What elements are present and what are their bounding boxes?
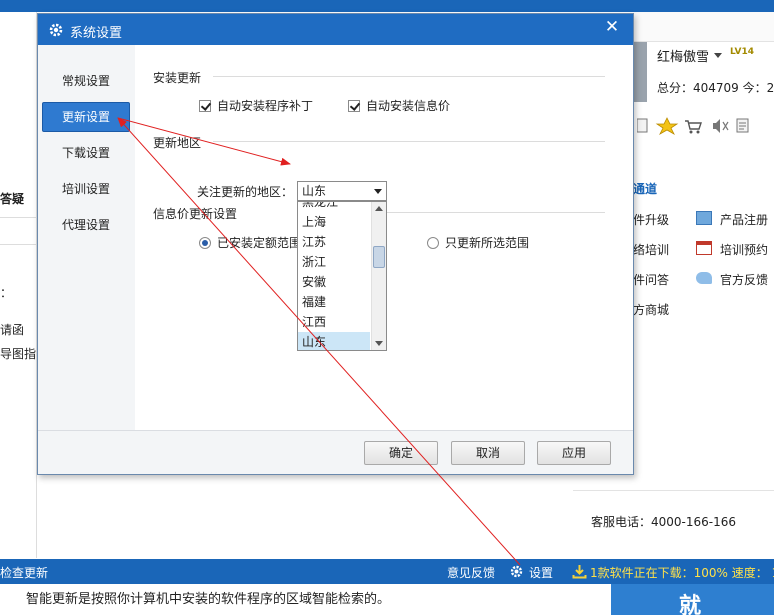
dialog-footer: 确定 取消 应用 [38, 430, 633, 474]
auto-patch-label: 自动安装程序补丁 [217, 99, 314, 113]
selected-range-label: 只更新所选范围 [445, 236, 530, 250]
promo-banner-text: 就 [679, 594, 702, 615]
dialog-title: 系统设置 [70, 26, 123, 41]
region-select-value: 山东 [302, 184, 327, 198]
section-divider [387, 212, 605, 213]
installed-range-radio[interactable]: 已安装定额范围 [199, 234, 301, 251]
radio-unselected[interactable] [427, 237, 439, 249]
download-icon [572, 565, 587, 579]
gear-icon [49, 23, 63, 37]
region-option[interactable]: 黑龙江 [298, 202, 370, 212]
register-icon [696, 211, 712, 225]
left-panel-link[interactable]: 请函 [0, 321, 24, 338]
right-panel-divider [573, 490, 774, 491]
region-option[interactable]: 上海 [298, 212, 370, 232]
auto-price-checkbox[interactable]: 自动安装信息价 [348, 97, 450, 114]
settings-content: 安装更新 自动安装程序补丁 自动安装信息价 更新地区 关注更新的地区： 信息价更… [135, 45, 633, 430]
link-official-feedback[interactable]: 官方反馈 [720, 271, 768, 288]
region-option[interactable]: 福建 [298, 292, 370, 312]
link-network-training[interactable]: 络培训 [633, 241, 669, 258]
ok-button[interactable]: 确定 [364, 441, 438, 465]
avatar[interactable] [633, 42, 647, 102]
section-divider [213, 76, 605, 77]
checkbox-checked[interactable] [348, 100, 360, 112]
auto-price-label: 自动安装信息价 [366, 99, 451, 113]
chevron-down-icon[interactable] [714, 53, 722, 58]
right-panel-header [633, 12, 774, 42]
close-icon[interactable]: ✕ [600, 16, 624, 38]
region-option[interactable]: 浙江 [298, 252, 370, 272]
left-panel-divider [0, 244, 37, 245]
help-text-line: 智能更新是按照你计算机中安装的软件程序的区域智能检索的。 [26, 592, 391, 607]
left-panel-heading: 答疑 [0, 192, 25, 206]
link-official-store[interactable]: 方商城 [633, 301, 669, 318]
region-label: 关注更新的地区： [197, 185, 294, 199]
region-option[interactable]: 安徽 [298, 272, 370, 292]
settings-link[interactable]: 设置 [529, 564, 553, 581]
nav-download-settings[interactable]: 下载设置 [42, 138, 130, 168]
update-region-title: 更新地区 [153, 136, 202, 150]
region-option[interactable]: 江西 [298, 312, 370, 332]
price-range-title: 信息价更新设置 [153, 207, 238, 221]
link-software-qa[interactable]: 件问答 [633, 271, 669, 288]
install-update-title: 安装更新 [153, 71, 202, 85]
settings-nav: 常规设置 更新设置 下载设置 培训设置 代理设置 [38, 45, 135, 430]
section-divider [213, 141, 605, 142]
link-software-upgrade[interactable]: 件升级 [633, 211, 669, 228]
region-select[interactable]: 山东 [297, 181, 387, 201]
scroll-thumb[interactable] [373, 246, 385, 268]
level-badge: LV14 [730, 47, 754, 57]
region-option[interactable]: 江苏 [298, 232, 370, 252]
check-update-link[interactable]: 检查更新 [0, 564, 48, 581]
calendar-icon [696, 241, 712, 255]
nav-proxy-settings[interactable]: 代理设置 [42, 210, 130, 240]
nav-update-settings[interactable]: 更新设置 [42, 102, 130, 132]
radio-selected[interactable] [199, 237, 211, 249]
nav-training-settings[interactable]: 培训设置 [42, 174, 130, 204]
dropdown-scrollbar[interactable] [371, 202, 386, 350]
app-left-panel: 答疑 ： 请函 导图指 [0, 12, 37, 558]
left-panel-text: ： [0, 286, 13, 300]
region-option-selected[interactable]: 山东 [298, 332, 370, 350]
app-top-menubar [0, 0, 774, 12]
cancel-button[interactable]: 取消 [451, 441, 525, 465]
link-training-booking[interactable]: 培训预约 [720, 241, 768, 258]
download-status: 1款软件正在下载：100% 速度： 1. [590, 566, 774, 580]
toolbar-icons [636, 117, 757, 136]
left-panel-divider [0, 217, 37, 218]
selected-range-radio[interactable]: 只更新所选范围 [427, 234, 529, 251]
edit-icon[interactable] [636, 117, 757, 136]
auto-patch-checkbox[interactable]: 自动安装程序补丁 [199, 97, 313, 114]
app-right-panel: 红梅傲雪 LV14 总分：404709 今：299 通道 件升级 产品注册 络培… [573, 12, 774, 558]
hotline-text: 客服电话：4000-166-166 [591, 515, 737, 529]
scroll-up-icon[interactable] [375, 206, 383, 211]
system-settings-dialog: 系统设置 ✕ 常规设置 更新设置 下载设置 培训设置 代理设置 安装更新 自动安… [37, 13, 634, 475]
scroll-down-icon[interactable] [375, 341, 383, 346]
status-bar: 检查更新 意见反馈 设置 1款软件正在下载：100% 速度： 1. [0, 559, 774, 584]
channel-section-title: 通道 [633, 182, 658, 196]
promo-banner[interactable]: 就 [611, 584, 774, 615]
checkbox-checked[interactable] [199, 100, 211, 112]
feedback-link[interactable]: 意见反馈 [447, 564, 495, 581]
gear-icon[interactable] [509, 564, 524, 579]
apply-button[interactable]: 应用 [537, 441, 611, 465]
score-text: 总分：404709 今：299 [657, 81, 774, 95]
nav-general-settings[interactable]: 常规设置 [42, 66, 130, 96]
username[interactable]: 红梅傲雪 [657, 46, 709, 65]
chevron-down-icon[interactable] [374, 189, 382, 194]
left-panel-link[interactable]: 导图指 [0, 345, 36, 362]
dialog-title-bar[interactable]: 系统设置 ✕ [38, 14, 633, 45]
feedback-icon [696, 272, 712, 284]
region-dropdown-list[interactable]: 黑龙江 上海 江苏 浙江 安徽 福建 江西 山东 [297, 201, 387, 351]
link-product-register[interactable]: 产品注册 [720, 211, 768, 228]
installed-range-label: 已安装定额范围 [217, 236, 302, 250]
